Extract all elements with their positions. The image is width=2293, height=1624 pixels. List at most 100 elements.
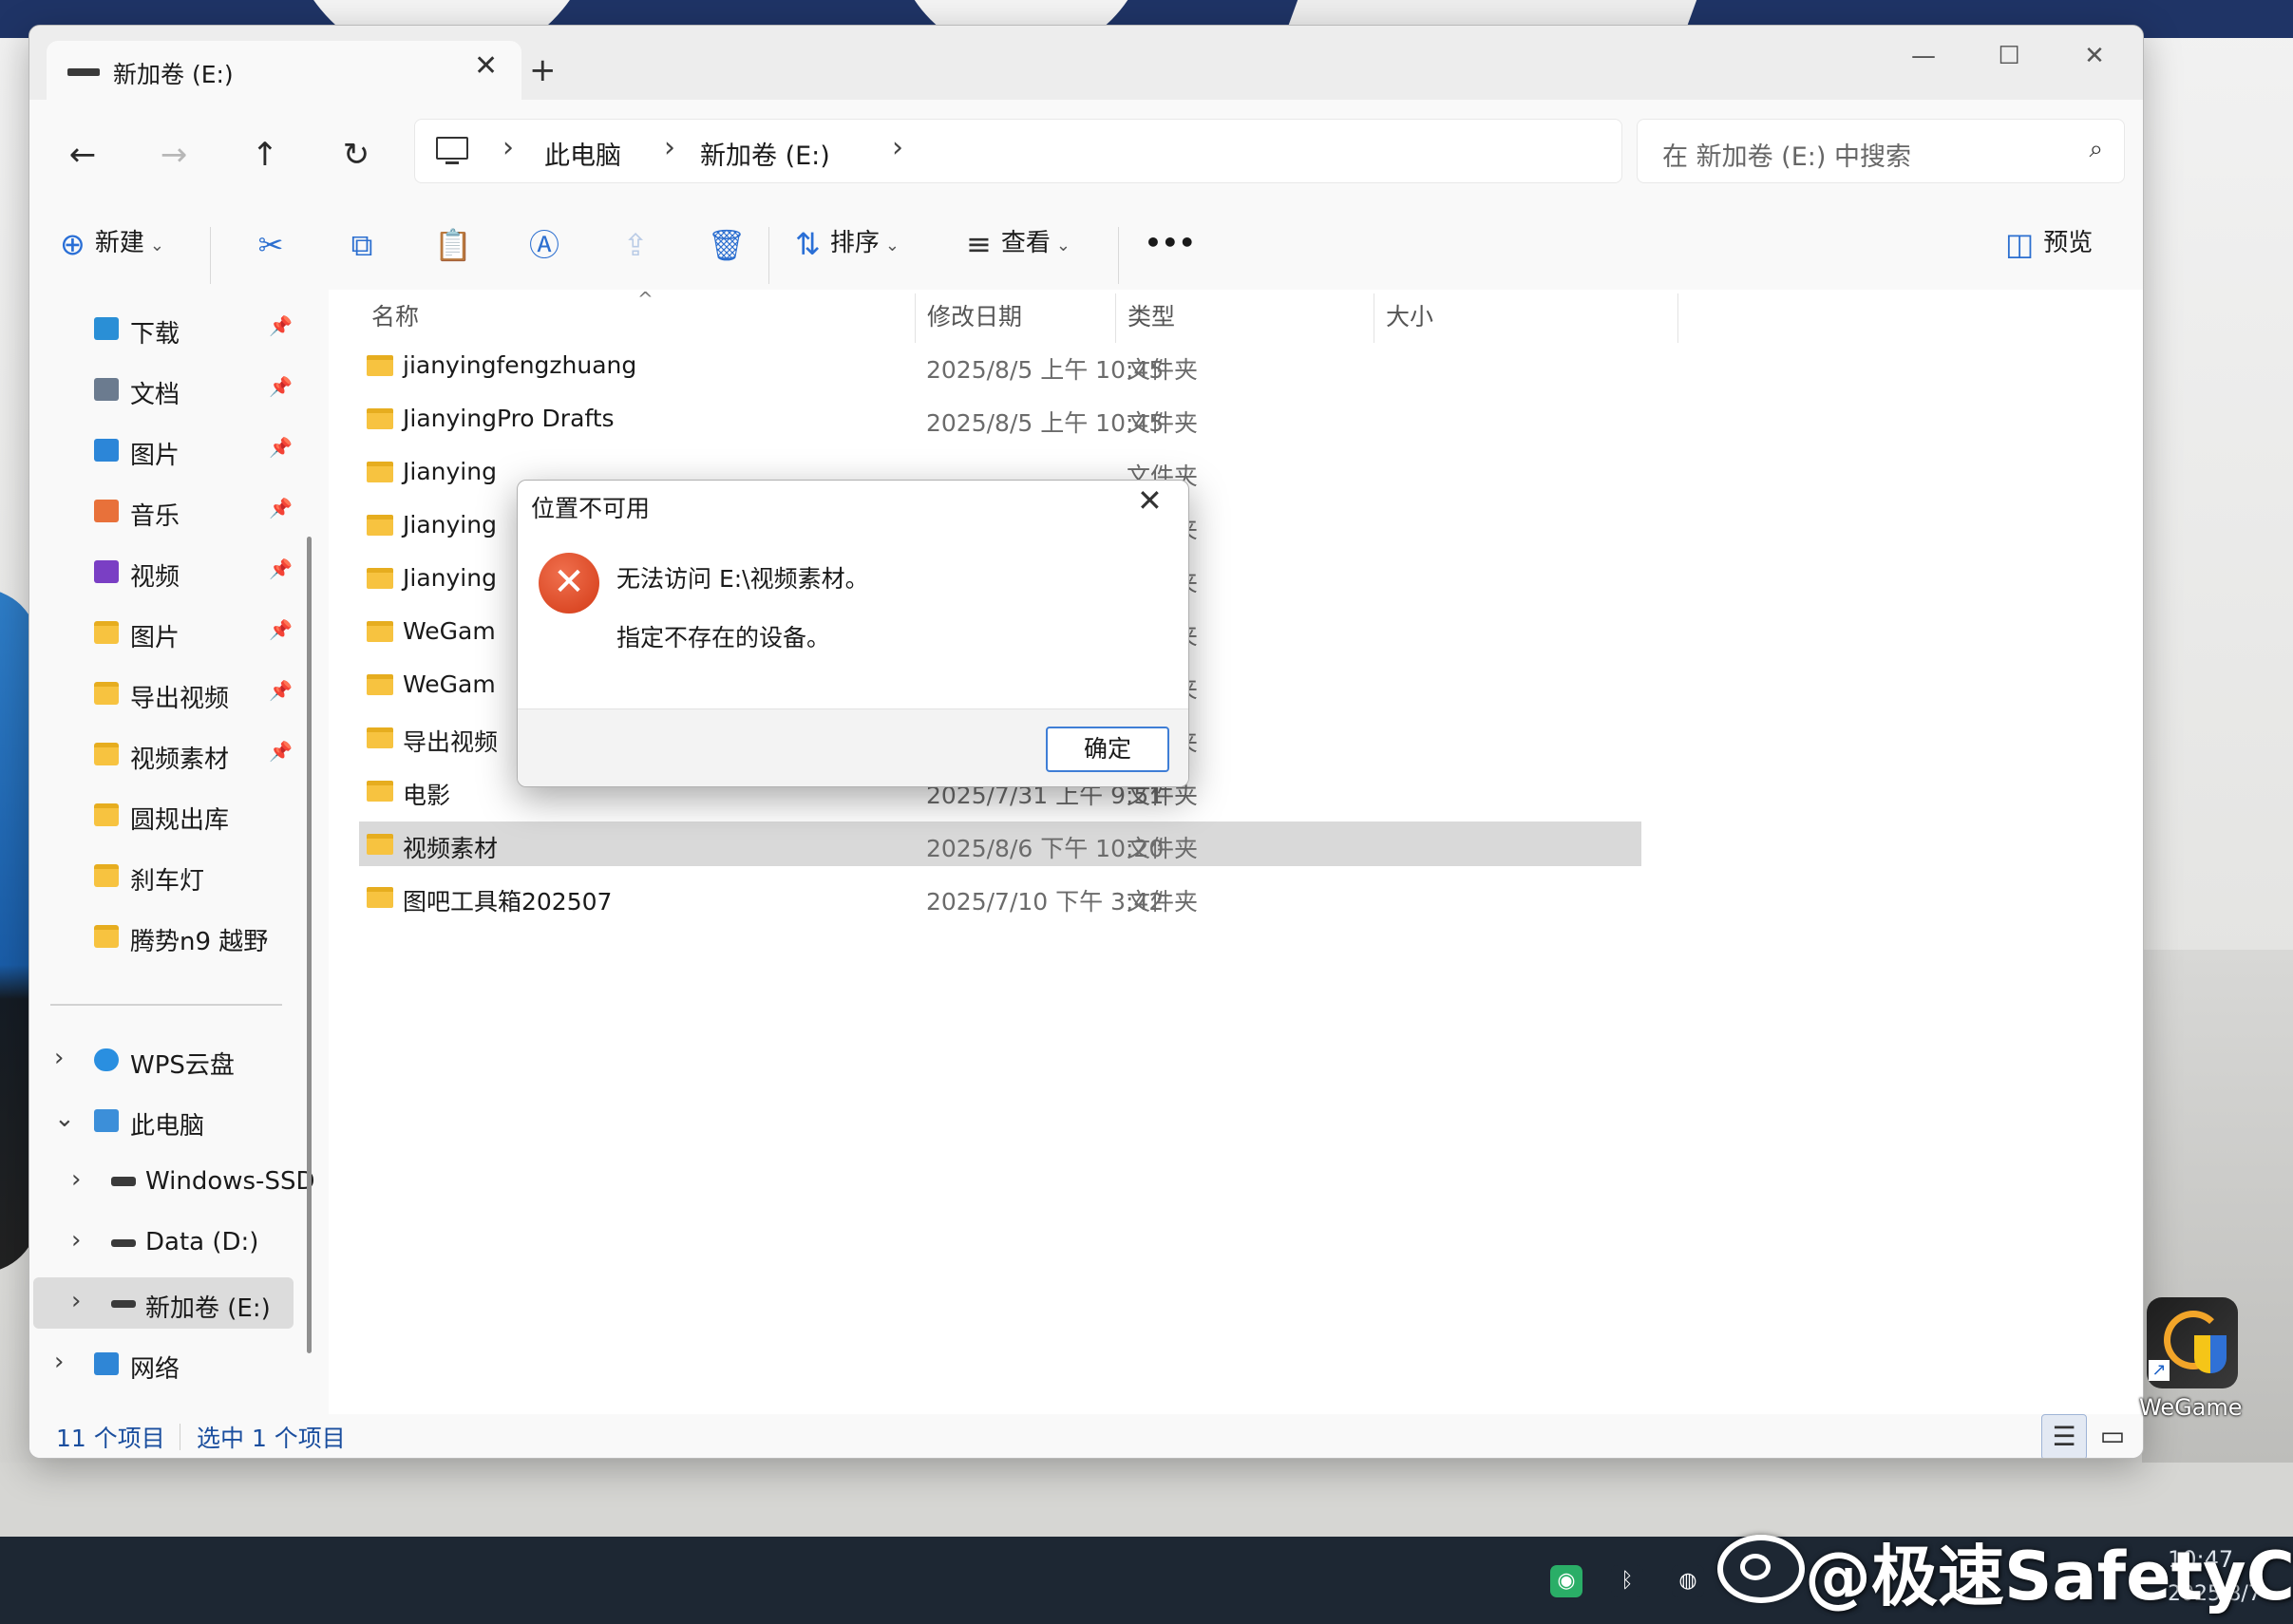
sidebar-item-this-pc[interactable]: ⌄ 此电脑 — [29, 1095, 314, 1146]
chevron-right-icon[interactable]: › — [71, 1165, 81, 1194]
sidebar-item-quick-access[interactable]: 视频 📌 — [29, 546, 314, 597]
column-header-date[interactable]: 修改日期 — [927, 292, 1022, 343]
file-row[interactable]: 视频素材 2025/8/6 下午 10:20 文件夹 — [359, 821, 1641, 866]
folder-icon — [367, 621, 393, 642]
sort-button[interactable]: ⇅ 排序 ⌄ — [795, 217, 900, 269]
ok-button[interactable]: 确定 — [1046, 727, 1169, 772]
column-divider[interactable] — [1115, 293, 1116, 343]
file-row[interactable]: 图吧工具箱202507 2025/7/10 下午 3:42 文件夹 — [359, 875, 1641, 919]
share-button[interactable]: ⇪ — [613, 223, 658, 267]
chevron-down-icon: ⌄ — [1055, 236, 1071, 255]
sidebar-divider — [50, 1004, 282, 1006]
chevron-down-icon: ⌄ — [884, 236, 900, 255]
search-input[interactable]: 在 新加卷 (E:) 中搜索 — [1662, 136, 1911, 173]
copy-button[interactable]: ⧉ — [339, 223, 385, 267]
security-shield-icon — [2194, 1335, 2227, 1373]
preview-pane-button[interactable]: ◫ 预览 — [2005, 217, 2093, 269]
refresh-button[interactable]: ↻ — [330, 128, 383, 181]
file-row[interactable]: JianyingPro Drafts 2025/8/5 上午 10:45 文件夹 — [359, 396, 1641, 441]
file-row[interactable]: jianyingfengzhuang 2025/8/5 上午 10:45 文件夹 — [359, 343, 1641, 387]
file-name: Jianying — [403, 511, 497, 538]
file-type: 文件夹 — [1127, 835, 1199, 862]
wechat-icon[interactable]: ◉ — [1550, 1565, 1582, 1597]
sidebar-item-wps[interactable]: › WPS云盘 — [29, 1034, 314, 1086]
sidebar-item-network[interactable]: › 网络 — [29, 1338, 314, 1389]
file-type: 文件夹 — [1127, 409, 1199, 437]
new-button[interactable]: ⊕ 新建 ⌄ — [60, 217, 164, 269]
paste-button[interactable]: 📋 — [430, 223, 476, 267]
sidebar-item-drive-d[interactable]: › Data (D:) — [29, 1217, 314, 1268]
view-label: 查看 — [1000, 229, 1051, 257]
sidebar-item-quick-access[interactable]: 下载 📌 — [29, 303, 314, 354]
sort-label: 排序 — [829, 229, 880, 257]
folder-icon — [367, 355, 393, 376]
column-header-name[interactable]: 名称 — [371, 292, 419, 343]
breadcrumb-drive-e[interactable]: 新加卷 (E:) — [700, 135, 830, 172]
tab-close-button[interactable]: ✕ — [474, 49, 498, 83]
preview-label: 预览 — [2043, 229, 2094, 257]
address-bar[interactable]: › 此电脑 › 新加卷 (E:) › — [414, 119, 1622, 183]
drive-icon — [111, 1239, 136, 1247]
sidebar-scrollbar[interactable] — [307, 537, 312, 1353]
new-label: 新建 — [94, 229, 144, 257]
file-type: 文件夹 — [1127, 356, 1199, 384]
qq-icon[interactable]: ◍ — [1672, 1565, 1704, 1597]
status-bar: 11 个项目 选中 1 个项目 ☰ ▭ — [29, 1414, 2143, 1458]
tab-drive-e[interactable]: 新加卷 (E:) ✕ — [47, 41, 521, 100]
sidebar-item-quick-access[interactable]: 音乐 📌 — [29, 485, 314, 537]
folder-icon — [94, 803, 119, 826]
search-box[interactable]: 在 新加卷 (E:) 中搜索 ⌕ — [1637, 119, 2125, 183]
chevron-right-icon[interactable]: › — [71, 1226, 81, 1255]
column-divider[interactable] — [1677, 293, 1678, 343]
sidebar-item-drive-e[interactable]: › 新加卷 (E:) — [33, 1277, 294, 1329]
file-name: 视频素材 — [403, 835, 499, 862]
pin-icon: 📌 — [269, 436, 293, 459]
sidebar-item-label: 圆规出库 — [130, 806, 230, 835]
breadcrumb-separator[interactable]: › — [892, 131, 903, 164]
tiles-view-button[interactable]: ▭ — [2091, 1414, 2134, 1458]
sidebar-item-quick-access[interactable]: 图片 📌 — [29, 425, 314, 476]
sidebar-item-quick-access[interactable]: 刹车灯 — [29, 850, 314, 901]
sidebar-item-label: 新加卷 (E:) — [145, 1294, 271, 1323]
shortcut-arrow-icon: ↗ — [2149, 1360, 2170, 1381]
more-options-button[interactable]: ••• — [1145, 217, 1196, 269]
breadcrumb-this-pc[interactable]: 此电脑 — [544, 135, 621, 172]
delete-button[interactable]: 🗑 — [704, 223, 749, 267]
preview-pane-icon: ◫ — [2005, 225, 2035, 262]
sidebar-item-drive-c[interactable]: › Windows-SSD — [29, 1156, 314, 1207]
maximize-button[interactable]: ☐ — [1967, 37, 2051, 75]
sidebar-item-quick-access[interactable]: 文档 📌 — [29, 364, 314, 415]
folder-icon — [367, 887, 393, 908]
chevron-down-icon[interactable]: ⌄ — [54, 1105, 75, 1133]
minimize-button[interactable]: — — [1882, 37, 1965, 75]
chevron-right-icon[interactable]: › — [71, 1287, 81, 1315]
view-button[interactable]: ≡ 查看 ⌄ — [966, 217, 1071, 269]
chevron-right-icon[interactable]: › — [54, 1044, 64, 1072]
sidebar-item-quick-access[interactable]: 图片 📌 — [29, 607, 314, 658]
column-header-size[interactable]: 大小 — [1386, 292, 1433, 343]
rename-button[interactable]: Ⓐ — [521, 223, 567, 267]
cut-button[interactable]: ✂ — [248, 223, 294, 267]
pin-icon: 📌 — [269, 375, 293, 398]
bluetooth-icon[interactable]: ᛒ — [1611, 1565, 1643, 1597]
back-button[interactable]: ← — [56, 128, 109, 181]
file-name: WeGam — [403, 670, 496, 698]
forward-button[interactable]: → — [147, 128, 200, 181]
dialog-close-button[interactable]: ✕ — [1137, 482, 1163, 519]
column-header-type[interactable]: 类型 — [1128, 292, 1175, 343]
new-tab-button[interactable]: + — [529, 54, 557, 86]
close-window-button[interactable]: ✕ — [2053, 37, 2136, 75]
wegame-shortcut-label[interactable]: WeGame — [2139, 1394, 2243, 1421]
sidebar-item-quick-access[interactable]: 圆规出库 — [29, 789, 314, 840]
sidebar-item-quick-access[interactable]: 视频素材 📌 — [29, 728, 314, 780]
drive-icon — [111, 1300, 136, 1308]
pin-icon: 📌 — [269, 740, 293, 763]
sidebar-item-quick-access[interactable]: 导出视频 📌 — [29, 668, 314, 719]
sidebar-item-quick-access[interactable]: 腾势n9 越野 — [29, 911, 314, 962]
file-name: Jianying — [403, 458, 497, 485]
column-divider[interactable] — [915, 293, 916, 343]
folder-icon — [367, 515, 393, 536]
up-button[interactable]: ↑ — [238, 128, 292, 181]
details-view-button[interactable]: ☰ — [2041, 1414, 2087, 1458]
chevron-right-icon[interactable]: › — [54, 1348, 64, 1376]
